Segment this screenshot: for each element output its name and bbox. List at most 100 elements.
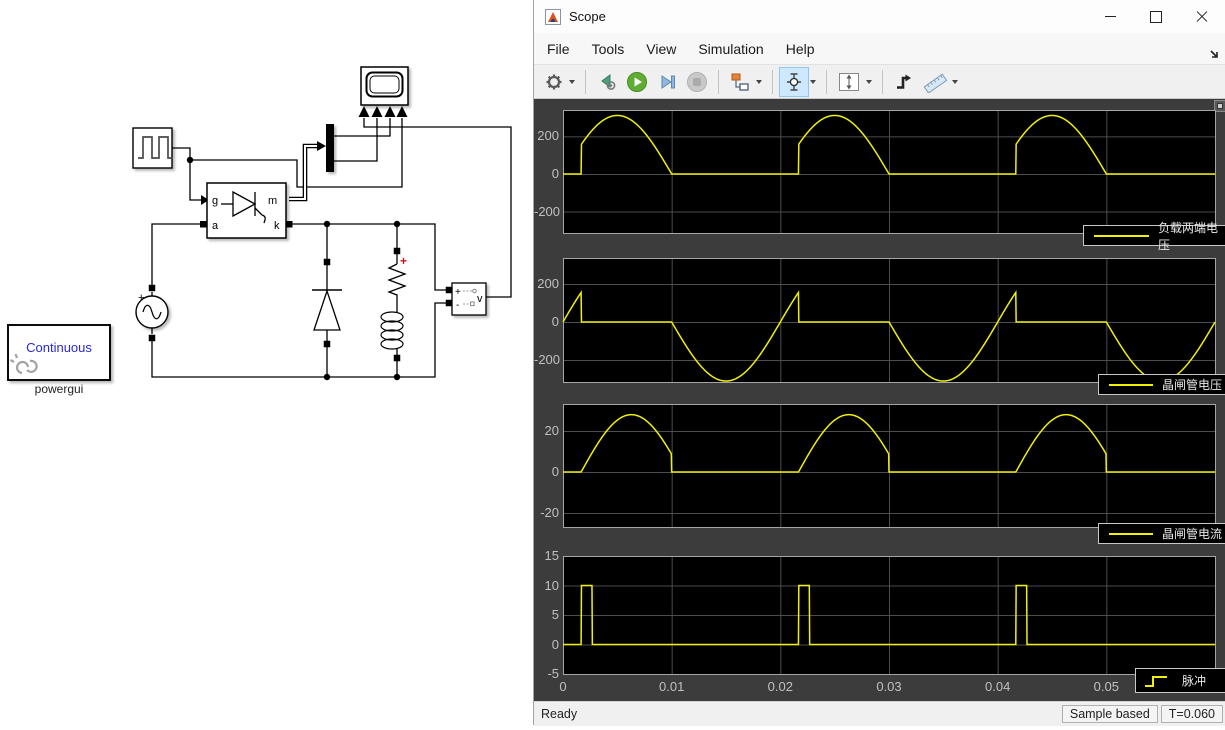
scope-axes-3 (563, 404, 1216, 528)
run-icon (627, 71, 647, 92)
diode-bottom-pad (323, 340, 331, 348)
legend-pulse: 脉冲 (1135, 668, 1225, 693)
source-plus-label: + (138, 292, 144, 304)
scope-plot-area: 负载两端电压 晶闸管电压 晶闸管电流 脉冲 200 0 -200 200 0 -200 20… (534, 99, 1225, 701)
step-backward-icon (601, 73, 616, 90)
cursor-measurements-caret[interactable] (810, 79, 816, 84)
legend-label: 负载两端电压 (1158, 220, 1219, 252)
highlight-block-button[interactable] (725, 67, 755, 97)
y-tick-label: 0 (551, 165, 559, 181)
toolbar-separator (882, 69, 883, 94)
cursor-measurements-button[interactable] (779, 66, 809, 97)
minimize-button[interactable] (1087, 0, 1133, 33)
y-tick-label: 200 (537, 276, 559, 291)
stop-button[interactable] (682, 67, 712, 97)
y-tick-label: 0 (551, 636, 559, 652)
toolbar-separator (826, 69, 827, 94)
electrical-wires (151, 223, 448, 378)
sim-time-cell: T=0.060 (1160, 705, 1223, 723)
legend-load-voltage: 负载两端电压 (1083, 221, 1225, 252)
y-tick-label: 0 (551, 313, 559, 329)
vm-v-label: v (477, 293, 483, 305)
legend-thyristor-voltage: 晶闸管电压 (1098, 374, 1225, 395)
configuration-caret[interactable] (569, 79, 575, 84)
span-x-axis-button[interactable] (833, 67, 865, 97)
measurements-caret[interactable] (952, 79, 958, 84)
gear-icon (546, 74, 562, 89)
vm-neg-pad (445, 299, 453, 307)
configuration-button[interactable] (540, 67, 568, 97)
source-neg-pad (148, 334, 156, 342)
voltage-measurement-block[interactable]: + - v (445, 282, 487, 316)
highlight-block-icon (731, 73, 749, 91)
port-label-m: m (268, 195, 277, 207)
span-x-axis-icon (839, 72, 859, 91)
y-tick-label: -200 (534, 203, 561, 219)
scope-axes-1 (563, 110, 1216, 234)
span-x-axis-caret[interactable] (866, 79, 872, 84)
title-bar: Scope (534, 0, 1225, 33)
toolbar (534, 64, 1225, 99)
legend-line-sample (1109, 383, 1153, 386)
port-label-k: k (274, 220, 280, 232)
x-tick-label: 0.04 (985, 679, 1011, 694)
x-tick-label: 0.01 (659, 679, 685, 694)
menu-view[interactable]: View (646, 41, 676, 57)
menu-tools[interactable]: Tools (592, 41, 625, 57)
trigger-button[interactable] (889, 67, 919, 97)
menu-file[interactable]: File (547, 41, 570, 57)
toolbar-separator (718, 69, 719, 94)
sample-mode-cell: Sample based (1061, 705, 1158, 723)
x-tick-label: 0.03 (876, 679, 902, 694)
close-button[interactable] (1179, 0, 1225, 33)
scope-axes-2 (562, 258, 1216, 383)
menu-help[interactable]: Help (786, 41, 815, 57)
step-backward-button[interactable] (592, 67, 622, 97)
scope-axes-4 (563, 556, 1216, 675)
menu-overflow-icon[interactable] (1209, 47, 1220, 63)
step-forward-button[interactable] (652, 67, 682, 97)
port-label-g: g (212, 195, 218, 207)
diode-block[interactable] (312, 258, 342, 348)
ruler-icon (923, 73, 947, 93)
rl-bottom-pad (393, 354, 401, 362)
scope-block[interactable] (358, 66, 409, 117)
legend-label: 晶闸管电压 (1162, 378, 1223, 392)
powergui-mode-text: Continuous (26, 340, 92, 355)
legend-label: 晶闸管电流 (1162, 527, 1223, 541)
pulse-generator-block[interactable] (132, 127, 173, 169)
diode-top-pad (323, 258, 331, 266)
source-pos-pad (148, 284, 156, 292)
stop-icon (687, 71, 707, 92)
vector-wire (289, 141, 326, 202)
maximize-icon (1150, 10, 1162, 23)
rl-plus-label: + (400, 254, 407, 268)
resistor-symbol (387, 263, 407, 303)
inductor-symbol (380, 311, 404, 350)
menu-bar: File Tools View Simulation Help (534, 33, 1225, 64)
scope-app-icon (545, 8, 561, 25)
vm-pos-pad (445, 286, 453, 294)
legend-step-sample (1145, 675, 1167, 687)
simulink-model-canvas: g a m k + + + - v Continuous powergui (0, 0, 533, 725)
powergui-label: powergui (35, 382, 84, 396)
demux-block[interactable] (326, 124, 334, 172)
powergui-block[interactable]: Continuous powergui (7, 324, 111, 396)
diode-symbol (313, 288, 341, 331)
vm-minus-label: - (456, 300, 459, 311)
maximize-button[interactable] (1133, 0, 1179, 33)
rl-branch-block[interactable]: + (380, 247, 407, 362)
menu-simulation[interactable]: Simulation (698, 41, 763, 57)
run-button[interactable] (622, 67, 652, 97)
step-forward-icon (661, 74, 675, 89)
y-tick-label: 15 (544, 548, 559, 563)
trigger-icon (897, 74, 911, 89)
window-title: Scope (569, 9, 606, 24)
status-bar: Ready Sample based T=0.060 (534, 701, 1225, 726)
minimize-icon (1104, 16, 1116, 17)
measurements-button[interactable] (919, 67, 951, 97)
highlight-block-caret[interactable] (756, 79, 762, 84)
x-tick-label: 0 (559, 679, 567, 694)
ac-voltage-source-block[interactable]: + (135, 284, 169, 342)
thyristor-block[interactable]: g a m k (200, 182, 293, 239)
